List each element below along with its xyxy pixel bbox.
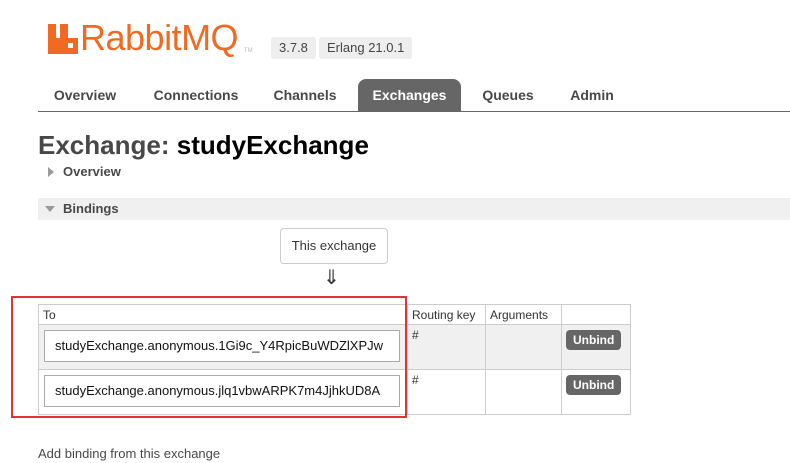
rabbitmq-logo[interactable]: RabbitMQ bbox=[48, 17, 239, 58]
bindings-table: To Routing key Arguments studyExchange.a… bbox=[38, 304, 631, 415]
section-bindings-label: Bindings bbox=[63, 201, 119, 216]
column-header-to: To bbox=[38, 304, 408, 325]
table-row: studyExchange.anonymous.jlq1vbwARPK7m4Jj… bbox=[38, 369, 631, 415]
section-overview-label: Overview bbox=[63, 164, 121, 179]
table-row: studyExchange.anonymous.1Gi9c_Y4RpicBuWD… bbox=[38, 324, 631, 370]
trademark-mark: TM bbox=[244, 48, 253, 54]
page-title: Exchange: studyExchange bbox=[38, 130, 369, 161]
tab-overview[interactable]: Overview bbox=[38, 79, 132, 112]
arrow-down-icon: ⇓ bbox=[323, 265, 340, 289]
column-header-actions bbox=[561, 304, 631, 325]
tab-exchanges[interactable]: Exchanges bbox=[358, 79, 461, 112]
binding-destination-cell: studyExchange.anonymous.jlq1vbwARPK7m4Jj… bbox=[38, 369, 408, 415]
tab-admin[interactable]: Admin bbox=[556, 79, 628, 112]
erlang-version-badge: Erlang 21.0.1 bbox=[319, 37, 413, 59]
queue-link[interactable]: studyExchange.anonymous.jlq1vbwARPK7m4Jj… bbox=[44, 375, 400, 407]
routing-key-value: # bbox=[412, 328, 419, 342]
expanded-triangle-icon bbox=[45, 206, 55, 212]
exchange-name: studyExchange bbox=[176, 130, 369, 160]
column-header-arguments: Arguments bbox=[485, 304, 562, 325]
actions-cell: Unbind bbox=[561, 324, 631, 370]
tab-connections[interactable]: Connections bbox=[138, 79, 254, 112]
page-title-prefix: Exchange: bbox=[38, 130, 170, 160]
unbind-button[interactable]: Unbind bbox=[566, 375, 622, 395]
binding-destination-cell: studyExchange.anonymous.1Gi9c_Y4RpicBuWD… bbox=[38, 324, 408, 370]
this-exchange-box: This exchange bbox=[280, 228, 388, 264]
actions-cell: Unbind bbox=[561, 369, 631, 415]
routing-key-cell: # bbox=[407, 324, 486, 370]
main-nav-tabs: Overview Connections Channels Exchanges … bbox=[38, 79, 790, 112]
rabbitmq-logo-icon bbox=[48, 22, 78, 54]
arguments-cell bbox=[485, 324, 562, 370]
tab-queues[interactable]: Queues bbox=[469, 79, 547, 112]
rabbitmq-version-badge: 3.7.8 bbox=[271, 37, 316, 59]
routing-key-value: # bbox=[412, 373, 419, 387]
unbind-button[interactable]: Unbind bbox=[566, 330, 622, 350]
arguments-cell bbox=[485, 369, 562, 415]
add-binding-section-toggle[interactable]: Add binding from this exchange bbox=[38, 446, 220, 461]
brand-name: RabbitMQ bbox=[80, 17, 239, 58]
tab-channels[interactable]: Channels bbox=[260, 79, 350, 112]
column-header-routing-key: Routing key bbox=[407, 304, 486, 325]
section-overview-toggle[interactable]: Overview bbox=[38, 161, 238, 183]
section-bindings-toggle[interactable]: Bindings bbox=[38, 198, 790, 220]
routing-key-cell: # bbox=[407, 369, 486, 415]
collapsed-triangle-icon bbox=[48, 167, 54, 177]
queue-link[interactable]: studyExchange.anonymous.1Gi9c_Y4RpicBuWD… bbox=[44, 330, 400, 362]
